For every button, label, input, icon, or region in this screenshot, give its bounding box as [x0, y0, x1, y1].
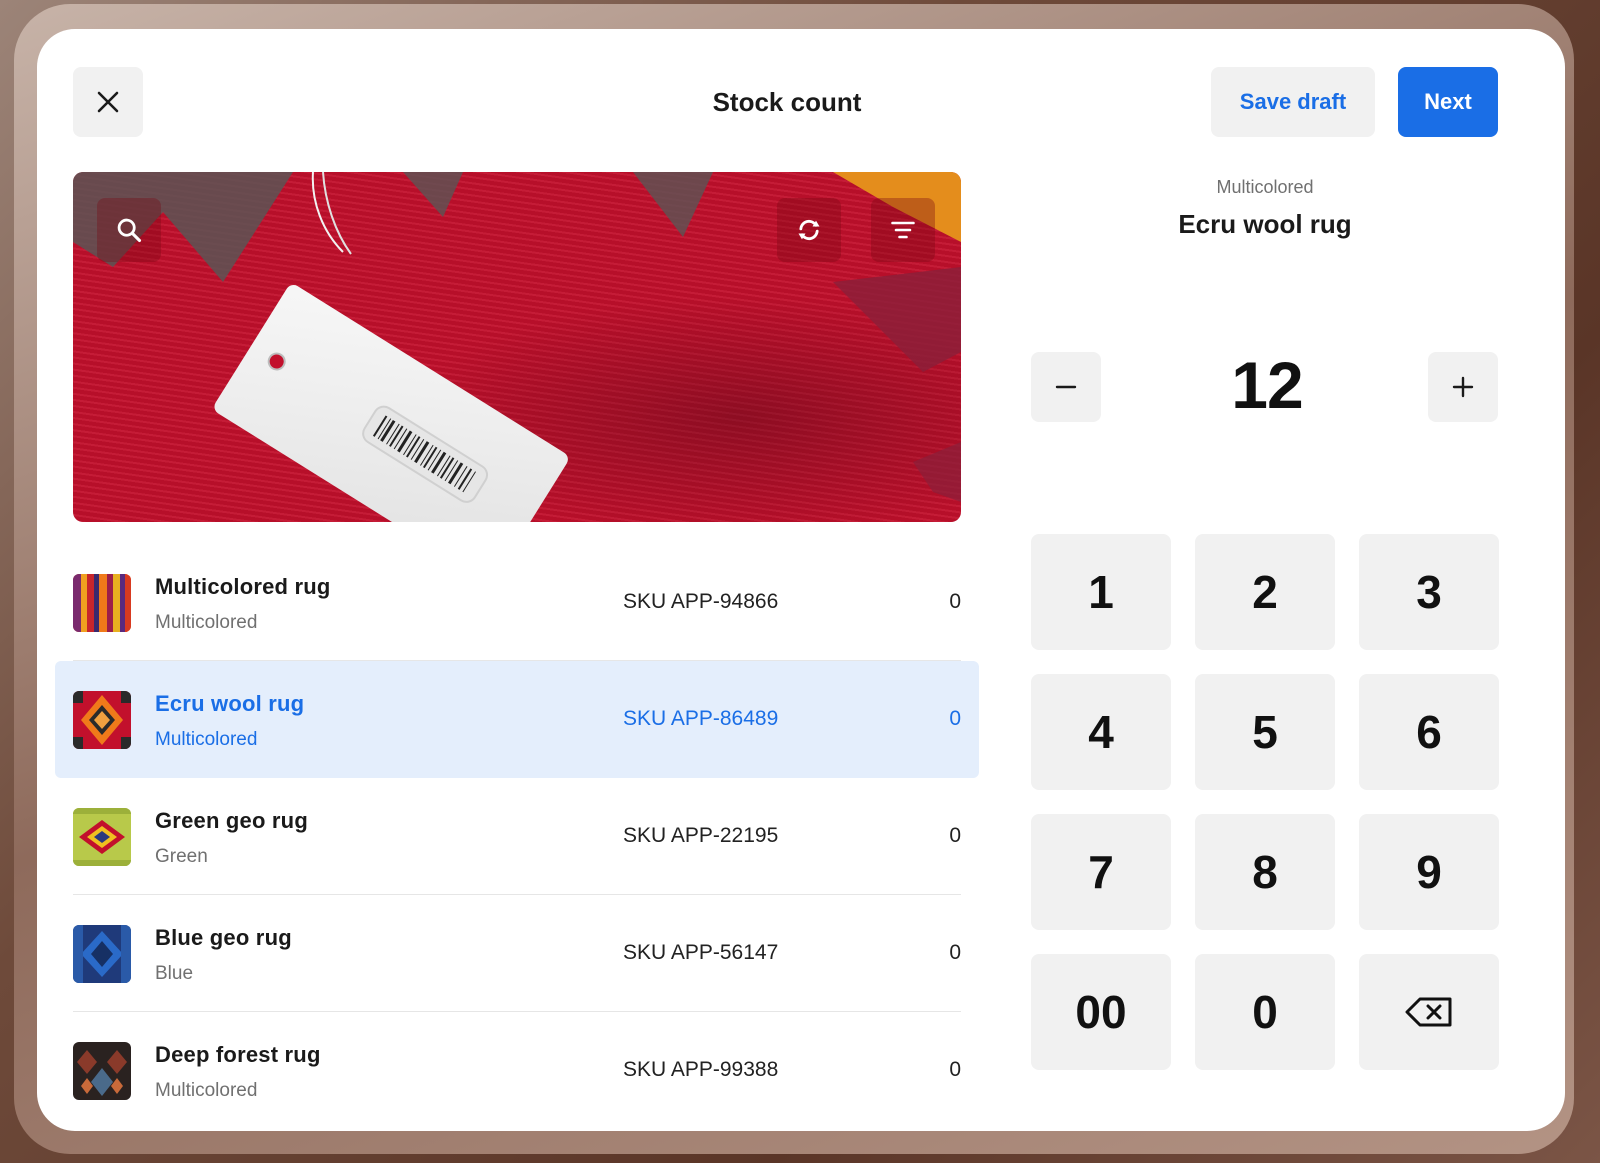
switch-camera-button[interactable] — [777, 198, 841, 262]
search-button[interactable] — [97, 198, 161, 262]
close-button[interactable] — [73, 67, 143, 137]
key-7[interactable]: 7 — [1031, 814, 1171, 930]
product-row-ecru-wool-rug[interactable]: Ecru wool rug Multicolored SKU APP-86489… — [55, 661, 979, 778]
switch-camera-icon — [798, 219, 820, 241]
product-variant: Multicolored — [155, 1080, 258, 1101]
product-count: 0 — [949, 590, 961, 613]
key-3[interactable]: 3 — [1359, 534, 1499, 650]
product-thumbnail — [73, 574, 131, 632]
product-thumbnail — [73, 808, 131, 866]
product-count: 0 — [949, 1058, 961, 1081]
product-row-blue-geo-rug[interactable]: Blue geo rug Blue SKU APP-56147 0 — [55, 895, 979, 1012]
product-sku: SKU APP-86489 — [623, 707, 779, 730]
product-name: Deep forest rug — [155, 1042, 321, 1067]
backspace-icon — [1405, 997, 1452, 1027]
product-thumbnail — [73, 925, 131, 983]
backspace-button[interactable] — [1359, 954, 1499, 1070]
product-variant: Blue — [155, 963, 194, 984]
filter-button[interactable] — [871, 198, 935, 262]
product-count: 0 — [949, 707, 961, 730]
filter-icon — [891, 221, 915, 239]
key-00[interactable]: 00 — [1031, 954, 1171, 1070]
product-thumbnail — [73, 691, 131, 749]
product-row-multicolored-rug[interactable]: Multicolored rug Multicolored SKU APP-94… — [55, 544, 979, 661]
product-row-deep-forest-rug[interactable]: Deep forest rug Multicolored SKU APP-993… — [55, 1012, 979, 1129]
close-icon — [97, 91, 119, 113]
next-button[interactable]: Next — [1398, 67, 1498, 137]
key-2[interactable]: 2 — [1195, 534, 1335, 650]
key-4[interactable]: 4 — [1031, 674, 1171, 790]
product-name: Multicolored rug — [155, 574, 331, 599]
key-6[interactable]: 6 — [1359, 674, 1499, 790]
product-variant: Green — [155, 846, 208, 867]
product-variant: Multicolored — [155, 729, 258, 750]
numeric-keypad: 1 2 3 4 5 6 7 8 9 00 0 — [1031, 534, 1499, 1070]
product-thumbnail — [73, 1042, 131, 1100]
key-5[interactable]: 5 — [1195, 674, 1335, 790]
page-title: Stock count — [712, 87, 862, 117]
product-count: 0 — [949, 941, 961, 964]
product-variant: Multicolored — [155, 612, 258, 633]
count-value: 12 — [1231, 348, 1303, 422]
key-8[interactable]: 8 — [1195, 814, 1335, 930]
key-9[interactable]: 9 — [1359, 814, 1499, 930]
save-draft-button[interactable]: Save draft — [1211, 67, 1375, 137]
minus-icon — [1055, 385, 1077, 389]
product-name: Green geo rug — [155, 808, 308, 833]
product-row-green-geo-rug[interactable]: Green geo rug Green SKU APP-22195 0 — [55, 778, 979, 895]
product-name: Blue geo rug — [155, 925, 292, 950]
stock-count-screen: Stock count Save draft Next Multicolored… — [37, 29, 1565, 1131]
selected-product-variant: Multicolored — [1216, 177, 1314, 197]
selected-product-name: Ecru wool rug — [1178, 209, 1352, 239]
plus-icon — [1452, 376, 1474, 398]
barcode-scanner-view[interactable] — [73, 172, 961, 522]
increment-button[interactable] — [1428, 352, 1498, 422]
product-list: Multicolored rug Multicolored SKU APP-94… — [55, 544, 979, 1129]
key-0[interactable]: 0 — [1195, 954, 1335, 1070]
search-icon — [117, 218, 142, 243]
product-sku: SKU APP-99388 — [623, 1058, 779, 1081]
product-name: Ecru wool rug — [155, 691, 305, 716]
product-sku: SKU APP-56147 — [623, 941, 779, 964]
key-1[interactable]: 1 — [1031, 534, 1171, 650]
decrement-button[interactable] — [1031, 352, 1101, 422]
product-sku: SKU APP-22195 — [623, 824, 779, 847]
product-sku: SKU APP-94866 — [623, 590, 779, 613]
product-count: 0 — [949, 824, 961, 847]
